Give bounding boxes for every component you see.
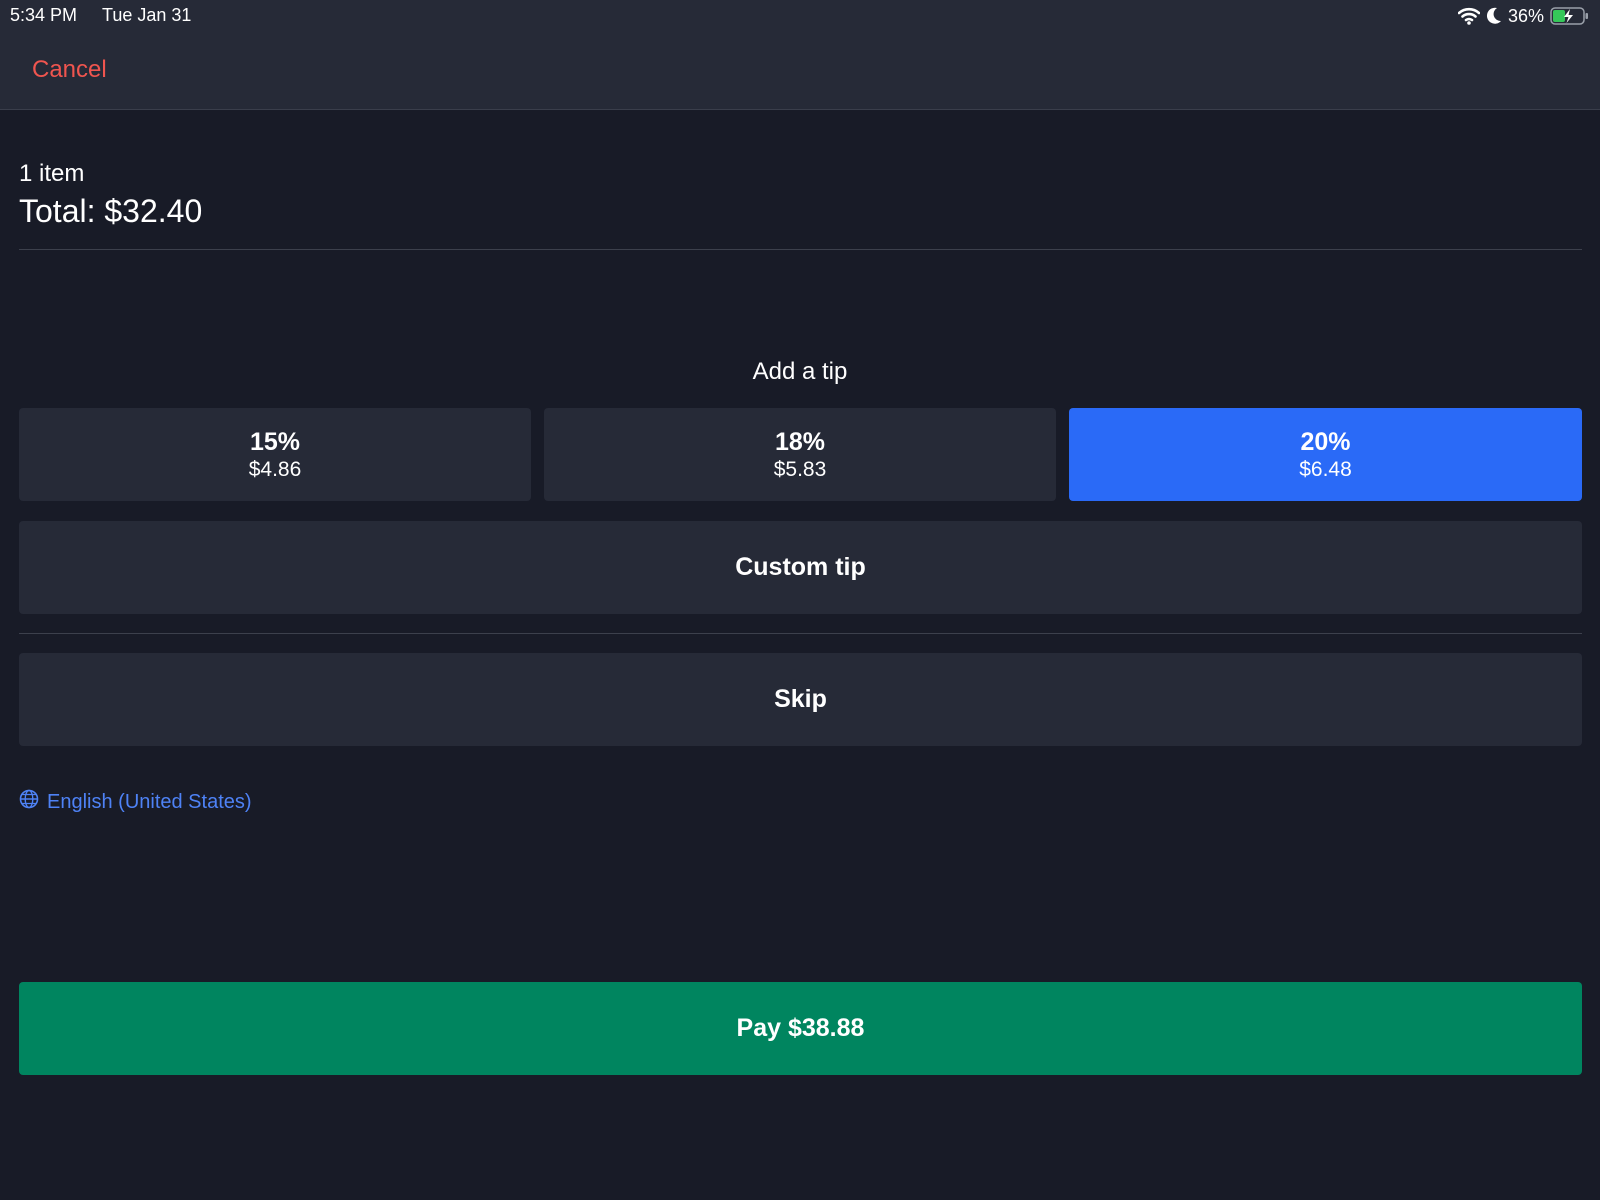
cancel-button[interactable]: Cancel: [32, 56, 107, 84]
status-date: Tue Jan 31: [102, 5, 192, 25]
order-total: Total: $32.40: [19, 193, 202, 230]
tip-divider: [19, 633, 1582, 634]
battery-percent: 36%: [1507, 5, 1544, 26]
pay-button[interactable]: Pay $38.88: [19, 982, 1582, 1075]
item-count: 1 item: [19, 160, 85, 187]
tip-percent: 15%: [249, 427, 301, 456]
globe-icon: [19, 789, 39, 815]
tip-percent: 18%: [774, 427, 826, 456]
tip-amount: $4.86: [248, 457, 302, 481]
wifi-icon: [1457, 7, 1480, 25]
tip-option-20[interactable]: 20% $6.48: [1069, 408, 1582, 501]
language-label: English (United States): [47, 790, 252, 813]
skip-button[interactable]: Skip: [19, 653, 1582, 746]
battery-charging-icon: [1550, 6, 1590, 26]
total-value: $32.40: [104, 193, 203, 229]
tip-heading: Add a tip: [752, 358, 848, 385]
custom-tip-button[interactable]: Custom tip: [19, 521, 1582, 614]
tip-amount: $5.83: [773, 457, 827, 481]
language-selector[interactable]: English (United States): [19, 789, 252, 815]
tip-percent: 20%: [1300, 427, 1351, 456]
tip-option-18[interactable]: 18% $5.83: [544, 408, 1056, 501]
status-time: 5:34 PM: [10, 5, 78, 25]
tip-option-15[interactable]: 15% $4.86: [19, 408, 531, 501]
top-bar: 5:34 PM Tue Jan 31 36% Cancel: [0, 0, 1600, 110]
summary-divider: [19, 249, 1582, 250]
tip-amount: $6.48: [1299, 457, 1352, 481]
total-label: Total:: [19, 193, 96, 229]
status-indicators: 36%: [1457, 4, 1590, 28]
moon-icon: [1486, 7, 1502, 25]
